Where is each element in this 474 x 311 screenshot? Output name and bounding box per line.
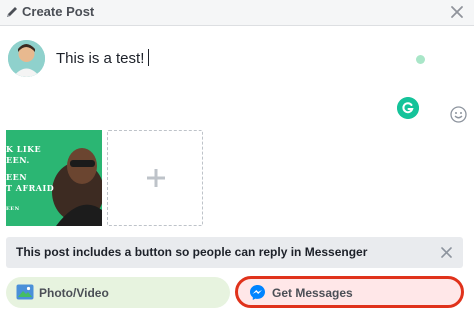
- post-text-input[interactable]: This is a test!: [56, 49, 150, 67]
- photo-icon: [16, 284, 34, 300]
- text-caret: [148, 49, 150, 66]
- avatar: [8, 40, 45, 77]
- add-photo-button[interactable]: [107, 130, 203, 226]
- image-text-line: EEN: [6, 172, 28, 182]
- emoji-icon[interactable]: [450, 106, 467, 123]
- status-dot: [416, 55, 425, 64]
- messenger-icon: [250, 285, 265, 300]
- plus-icon: [147, 169, 165, 187]
- image-text-line: K LIKE: [6, 144, 42, 154]
- dialog-title: Create Post: [22, 4, 95, 19]
- get-messages-button[interactable]: Get Messages: [235, 276, 464, 308]
- image-text-line: EEN.: [6, 155, 30, 165]
- get-messages-label: Get Messages: [272, 286, 353, 300]
- close-icon[interactable]: [448, 3, 466, 21]
- photo-video-label: Photo/Video: [39, 286, 109, 300]
- post-text: This is a test!: [56, 50, 145, 67]
- notice-text: This post includes a button so people ca…: [16, 245, 368, 259]
- pencil-icon: [7, 7, 17, 17]
- messenger-notice: This post includes a button so people ca…: [6, 237, 463, 268]
- attached-image[interactable]: K LIKE EEN. EEN T AFRAID EEN: [6, 130, 102, 226]
- post-dialog-header: Create Post: [0, 0, 474, 26]
- photo-video-button[interactable]: Photo/Video: [6, 277, 230, 308]
- grammarly-icon[interactable]: [397, 97, 419, 119]
- image-text-line: EEN: [6, 206, 20, 212]
- close-icon[interactable]: [440, 246, 453, 259]
- image-text-line: T AFRAID: [6, 183, 55, 193]
